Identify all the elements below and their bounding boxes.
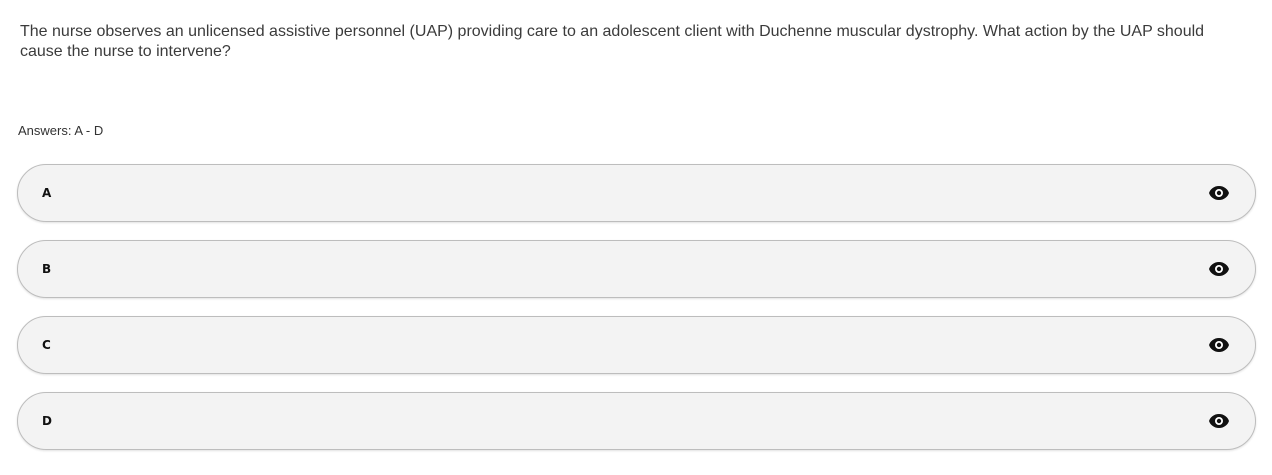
option-letter: D <box>42 414 52 428</box>
answer-option-d[interactable]: D <box>17 392 1256 450</box>
eye-icon[interactable] <box>1207 184 1231 202</box>
eye-icon[interactable] <box>1207 336 1231 354</box>
eye-icon[interactable] <box>1207 412 1231 430</box>
answer-option-a[interactable]: A <box>17 164 1256 222</box>
answer-options-list: A B C D <box>17 164 1256 468</box>
option-letter: C <box>42 338 51 352</box>
answer-option-b[interactable]: B <box>17 240 1256 298</box>
option-letter: B <box>42 262 52 276</box>
option-letter: A <box>42 186 52 200</box>
quiz-page: The nurse observes an unlicensed assisti… <box>0 0 1272 475</box>
answer-option-c[interactable]: C <box>17 316 1256 374</box>
answers-label: Answers: A - D <box>18 123 104 138</box>
eye-icon[interactable] <box>1207 260 1231 278</box>
question-text: The nurse observes an unlicensed assisti… <box>20 23 1205 60</box>
